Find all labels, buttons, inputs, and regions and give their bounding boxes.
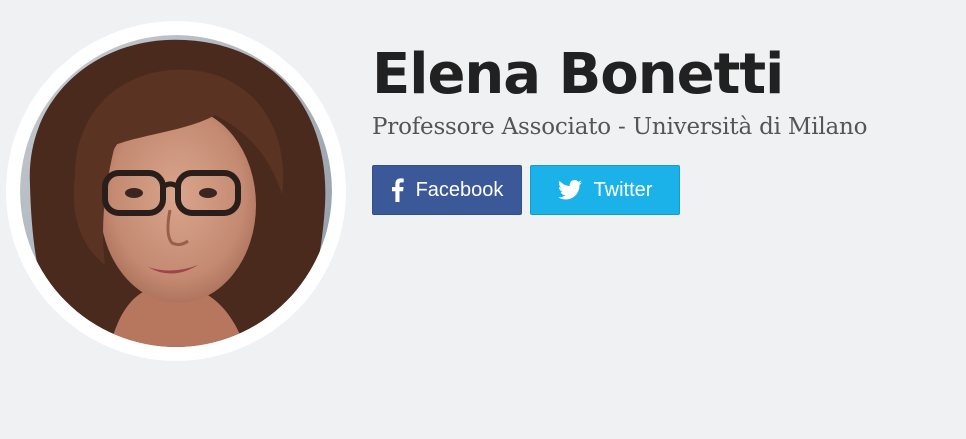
avatar	[20, 35, 332, 347]
avatar-frame	[6, 21, 346, 361]
social-links: Facebook Twitter	[372, 165, 867, 215]
facebook-icon	[391, 178, 404, 202]
profile-subtitle: Professore Associato - Università di Mil…	[372, 114, 868, 140]
facebook-label: Facebook	[415, 178, 504, 201]
facebook-button[interactable]: Facebook	[372, 165, 522, 215]
twitter-button[interactable]: Twitter	[530, 165, 680, 215]
twitter-icon	[557, 180, 582, 200]
profile-info: Elena Bonetti Professore Associato - Uni…	[372, 40, 868, 215]
twitter-label: Twitter	[593, 178, 653, 201]
profile-name: Elena Bonetti	[372, 42, 784, 107]
